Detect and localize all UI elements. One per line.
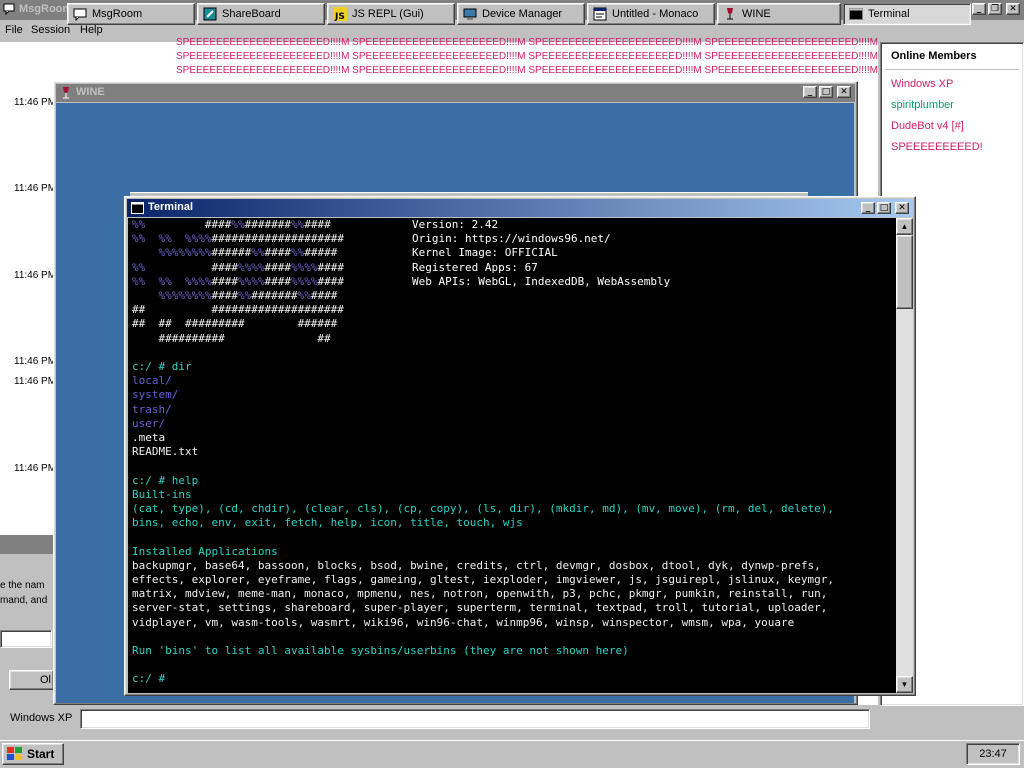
svg-text:JS: JS	[334, 12, 345, 21]
wine-title: WINE	[76, 86, 105, 98]
info-line: Kernel Image: OFFICIAL	[412, 246, 558, 260]
apps-line: server-stat, settings, shareboard, super…	[132, 601, 828, 615]
start-button[interactable]: Start	[2, 743, 64, 765]
apps-line: backupmgr, base64, bassoon, blocks, bsod…	[132, 558, 821, 572]
dialog-titlebar	[0, 535, 54, 554]
scroll-thumb[interactable]	[896, 235, 913, 309]
scroll-up-button[interactable]: ▲	[896, 218, 913, 235]
terminal-session: c:/ # dir local/ system/ trash/ user/ .m…	[132, 360, 834, 687]
start-label: Start	[27, 747, 55, 761]
dir-entry: local/	[132, 374, 172, 388]
message-timestamp: 11:46 PM	[14, 270, 57, 281]
close-button[interactable]: ✕	[895, 202, 909, 214]
terminal-title: Terminal	[148, 201, 194, 213]
builtins-line: (cat, type), (cd, chdir), (clear, cls), …	[132, 502, 834, 516]
hidden-dialog: e the nam mand, and Ol	[0, 535, 54, 705]
username-label: Windows XP	[10, 712, 73, 724]
member-item[interactable]: Windows XP	[891, 78, 953, 90]
dialog-text: e the nam	[0, 580, 45, 591]
taskbar-item-monaco[interactable]: Untitled - Monaco	[587, 3, 715, 25]
close-button[interactable]: ✕	[1006, 3, 1020, 15]
taskbar-item-shareboard[interactable]: ShareBoard	[197, 3, 325, 25]
js-icon: JS	[333, 7, 347, 22]
msgroom-title: MsgRoom	[19, 3, 73, 15]
menu-session[interactable]: Session	[31, 24, 70, 36]
wine-icon	[60, 86, 72, 103]
scroll-down-button[interactable]: ▼	[896, 676, 913, 693]
file-entry: README.txt	[132, 445, 199, 459]
apps-line: effects, explorer, eyeframe, flags, game…	[132, 573, 834, 587]
info-line: Version: 2.42	[412, 218, 499, 231]
terminal-scrollbar[interactable]: ▲ ▼	[896, 218, 913, 693]
menu-help[interactable]: Help	[80, 24, 103, 36]
maximize-button[interactable]: □	[819, 86, 833, 98]
dir-entry: system/	[132, 388, 179, 402]
wine-titlebar[interactable]: WINE _ □ ✕	[56, 84, 855, 102]
taskbar	[0, 740, 1024, 768]
dir-entry: trash/	[132, 402, 172, 416]
apps-line: vidplayer, vm, wasm-tools, wasmrt, wiki9…	[132, 615, 795, 629]
minimize-button[interactable]: _	[972, 3, 986, 15]
prompt-line: c:/ # dir	[132, 360, 192, 373]
members-title: Online Members	[891, 50, 977, 62]
maximize-button[interactable]: □	[877, 202, 891, 214]
close-button[interactable]: ✕	[837, 86, 851, 98]
builtins-heading: Built-ins	[132, 487, 192, 501]
message-timestamp: 11:46 PM	[14, 183, 57, 194]
taskbar-item-wine[interactable]: WINE	[717, 3, 841, 25]
terminal-output[interactable]: %% ####%%#######%%#### %% %% %%%%#######…	[128, 218, 896, 693]
message-timestamp: 11:46 PM	[14, 463, 57, 474]
maximize-button[interactable]: ❐	[988, 3, 1002, 15]
apps-line: matrix, mdview, meme-man, monaco, mpmenu…	[132, 587, 828, 601]
message-timestamp: 11:46 PM	[14, 376, 57, 387]
clock: 23:47	[966, 743, 1020, 765]
chat-message: SPEEEEEEEEEEEEEEEEEEEED!!!!M SPEEEEEEEEE…	[176, 65, 878, 76]
device-icon	[463, 7, 477, 21]
ok-button[interactable]: Ol	[9, 670, 54, 690]
member-item[interactable]: spiritplumber	[891, 99, 954, 111]
menu-file[interactable]: File	[5, 24, 23, 36]
chat-message: SPEEEEEEEEEEEEEEEEEEEED!!!!M SPEEEEEEEEE…	[176, 51, 878, 62]
dialog-input[interactable]	[0, 630, 52, 648]
info-line: Web APIs: WebGL, IndexedDB, WebAssembly	[412, 274, 671, 288]
prompt-line: c:/ # help	[132, 473, 199, 487]
current-prompt[interactable]: c:/ #	[132, 672, 165, 685]
minimize-button[interactable]: _	[861, 202, 875, 214]
info-line: Registered Apps: 67	[412, 260, 538, 274]
taskbar-item-terminal[interactable]: Terminal	[843, 3, 971, 25]
message-timestamp: 11:46 PM	[14, 356, 57, 367]
message-timestamp: 11:46 PM	[14, 97, 57, 108]
members-divider	[885, 69, 1019, 70]
dialog-text: mand, and	[0, 595, 48, 606]
terminal-icon	[849, 7, 863, 21]
minimize-button[interactable]: _	[803, 86, 817, 98]
dir-entry: user/	[132, 416, 166, 430]
member-item[interactable]: DudeBot v4 [#]	[891, 120, 964, 132]
wine-icon	[723, 7, 737, 21]
message-input[interactable]	[80, 709, 870, 729]
terminal-titlebar[interactable]: Terminal _ □ ✕	[127, 199, 913, 217]
builtins-line: bins, echo, env, exit, fetch, help, icon…	[132, 516, 523, 530]
system-info: Version: 2.42 Origin: https://windows96.…	[412, 218, 670, 289]
chat-icon	[3, 3, 15, 16]
bins-note: Run 'bins' to list all available sysbins…	[132, 644, 629, 658]
taskbar-item-js-repl[interactable]: JS JS REPL (Gui)	[327, 3, 455, 25]
file-entry: .meta	[132, 431, 166, 445]
apps-heading: Installed Applications	[132, 544, 278, 558]
chat-icon	[73, 7, 87, 22]
windows-logo-icon	[7, 747, 23, 764]
taskbar-item-msgroom[interactable]: MsgRoom	[67, 3, 195, 25]
terminal-icon	[131, 202, 144, 217]
chat-message: SPEEEEEEEEEEEEEEEEEEEED!!!!M SPEEEEEEEEE…	[176, 37, 878, 48]
taskbar-item-device-manager[interactable]: Device Manager	[457, 3, 585, 25]
editor-icon	[593, 7, 607, 21]
info-line: Origin: https://windows96.net/	[412, 232, 611, 246]
board-icon	[203, 7, 217, 21]
ascii-logo: %% ####%%#######%%#### %% %% %%%%#######…	[132, 218, 344, 345]
member-item[interactable]: SPEEEEEEEEED!	[891, 141, 983, 153]
